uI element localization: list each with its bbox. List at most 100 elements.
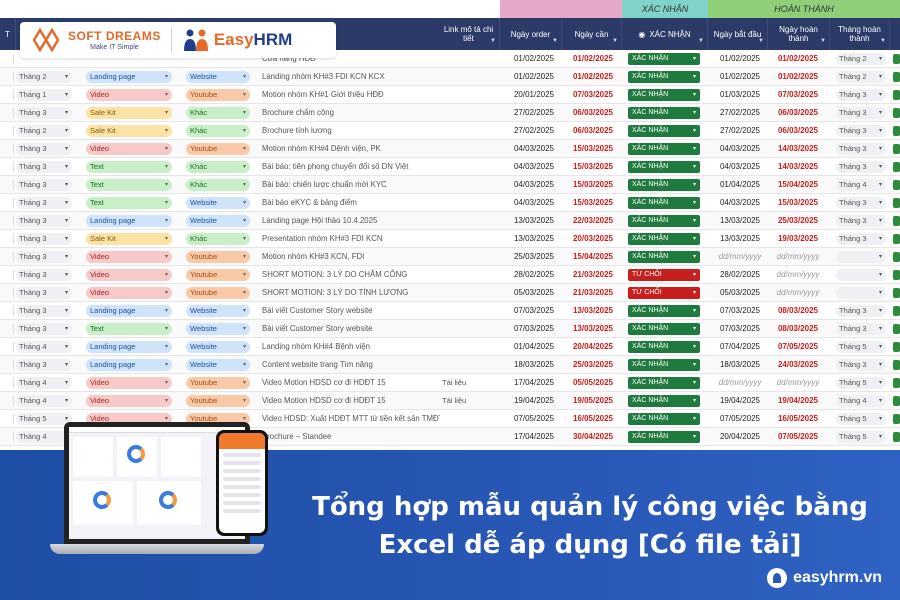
month-dropdown[interactable]: Tháng 4 [16,341,72,353]
content-type-dropdown[interactable]: Sale Kit [86,125,172,137]
order-date-cell[interactable]: 19/04/2025 [506,392,562,410]
order-date-cell[interactable]: 28/02/2025 [506,266,562,284]
order-date-cell[interactable]: 07/03/2025 [506,302,562,320]
content-type-dropdown[interactable]: Text [86,179,172,191]
header-due-date[interactable]: Ngày cần ▼ [562,18,622,50]
due-date-cell[interactable]: 13/03/2025 [565,320,621,338]
content-type-dropdown[interactable]: Text [86,323,172,335]
due-date-cell[interactable]: 30/04/2025 [565,428,621,446]
content-type-dropdown[interactable]: Video [86,89,172,101]
content-type-dropdown[interactable]: Landing page [86,305,172,317]
table-row[interactable]: Tháng 3 Video Youtube SHORT MOTION: 3 LÝ DO… [0,266,900,284]
table-row[interactable]: Tháng 4 Video Youtube Video Motion HDSD cơ … [0,374,900,392]
table-row[interactable]: Tháng 3 Text Khác Bài báo: tiên phong chuyể… [0,158,900,176]
month-dropdown[interactable]: Tháng 4 [16,377,72,389]
task-name-cell[interactable]: Motion nhóm KH#4 Dệnh viện, PK [262,140,440,158]
done-month-dropdown[interactable]: Tháng 3 [836,89,886,101]
content-type-dropdown[interactable]: Video [86,269,172,281]
task-name-cell[interactable]: Bài viết Customer Story website [262,302,440,320]
start-date-cell[interactable]: 28/02/2025 [712,266,768,284]
table-row[interactable]: Tháng 1 Video Youtube Motion nhóm KH#1 Giới… [0,86,900,104]
order-date-cell[interactable]: 04/03/2025 [506,158,562,176]
start-date-cell[interactable]: 04/03/2025 [712,194,768,212]
month-dropdown[interactable]: Tháng 3 [16,323,72,335]
row-select-cell[interactable] [0,54,14,64]
status-dropdown[interactable]: XÁC NHẬN [628,179,700,191]
order-date-cell[interactable]: 07/03/2025 [506,320,562,338]
start-date-cell[interactable]: 27/02/2025 [712,104,768,122]
row-select-cell[interactable] [0,198,14,208]
channel-dropdown[interactable]: Website [186,359,250,371]
task-name-cell[interactable]: SHORT MOTION: 3 LÝ DO TÍNH LƯƠNG [262,284,440,302]
due-date-cell[interactable]: 06/03/2025 [565,122,621,140]
channel-dropdown[interactable]: Website [186,215,250,227]
status-dropdown[interactable]: XÁC NHẬN [628,53,700,65]
site-link[interactable]: easyhrm.vn [767,568,882,588]
order-date-cell[interactable]: 01/02/2025 [506,68,562,86]
due-date-cell[interactable]: 15/03/2025 [565,140,621,158]
content-type-dropdown[interactable]: Video [86,143,172,155]
done-date-cell[interactable]: 06/03/2025 [770,122,826,140]
task-name-cell[interactable]: Bài báo eKYC & bảng điểm [262,194,440,212]
done-date-cell[interactable]: 07/05/2025 [770,428,826,446]
content-type-dropdown[interactable]: Landing page [86,215,172,227]
order-date-cell[interactable]: 13/03/2025 [506,230,562,248]
header-done-date[interactable]: Ngày hoàn thành ▼ [768,18,830,50]
header-col-a[interactable]: T [0,18,16,50]
done-date-cell[interactable]: 14/03/2025 [770,140,826,158]
start-date-cell[interactable]: dd/mm/yyyy [712,248,768,266]
done-date-cell[interactable]: 01/02/2025 [770,68,826,86]
row-select-cell[interactable] [0,126,14,136]
done-month-dropdown[interactable]: Tháng 5 [836,377,886,389]
status-dropdown[interactable]: XÁC NHẬN [628,161,700,173]
table-row[interactable]: Tháng 3 Landing page Website Bài viết Custo… [0,302,900,320]
done-month-dropdown[interactable]: Tháng 5 [836,413,886,425]
month-dropdown[interactable]: Tháng 3 [16,107,72,119]
done-date-cell[interactable]: 14/03/2025 [770,158,826,176]
channel-dropdown[interactable]: Khác [186,107,250,119]
table-row[interactable]: Tháng 2 Landing page Website Landing nhóm K… [0,68,900,86]
status-dropdown[interactable]: XÁC NHẬN [628,125,700,137]
content-type-dropdown[interactable]: Video [86,395,172,407]
order-date-cell[interactable]: 07/05/2025 [506,410,562,428]
channel-dropdown[interactable]: Youtube [186,89,250,101]
channel-dropdown[interactable]: Website [186,323,250,335]
start-date-cell[interactable]: 01/03/2025 [712,86,768,104]
table-row[interactable]: Tháng 3 Text Khác Bài báo: chiến lược chuẩn… [0,176,900,194]
done-date-cell[interactable]: 24/03/2025 [770,356,826,374]
channel-dropdown[interactable]: Khác [186,233,250,245]
header-done-month[interactable]: Tháng hoàn thành ▼ [830,18,890,50]
start-date-cell[interactable]: 07/04/2025 [712,338,768,356]
row-select-cell[interactable] [0,432,14,442]
status-dropdown[interactable]: XÁC NHẬN [628,431,700,443]
table-row[interactable]: Tháng 4 Landing page Website Landing nhóm K… [0,338,900,356]
channel-dropdown[interactable]: Website [186,197,250,209]
done-date-cell[interactable]: dd/mm/yyyy [770,284,826,302]
order-date-cell[interactable]: 04/03/2025 [506,140,562,158]
start-date-cell[interactable]: 01/02/2025 [712,68,768,86]
done-date-cell[interactable]: 19/03/2025 [770,230,826,248]
done-date-cell[interactable]: dd/mm/yyyy [770,266,826,284]
table-row[interactable]: Tháng 3 Video Youtube SHORT MOTION: 3 LÝ DO… [0,284,900,302]
row-select-cell[interactable] [0,306,14,316]
task-name-cell[interactable]: Brochure chấm công [262,104,440,122]
order-date-cell[interactable]: 27/02/2025 [506,122,562,140]
due-date-cell[interactable]: 25/03/2025 [565,356,621,374]
done-month-dropdown[interactable]: Tháng 4 [836,179,886,191]
due-date-cell[interactable]: 01/02/2025 [565,68,621,86]
channel-dropdown[interactable]: Youtube [186,269,250,281]
status-dropdown[interactable]: TỪ CHỐI [628,269,700,281]
done-date-cell[interactable]: 15/03/2025 [770,194,826,212]
month-dropdown[interactable]: Tháng 3 [16,305,72,317]
link-cell[interactable]: Tài liệu [442,374,498,392]
start-date-cell[interactable]: 04/03/2025 [712,140,768,158]
order-date-cell[interactable]: 01/02/2025 [506,50,562,68]
content-type-dropdown[interactable]: Sale Kit [86,107,172,119]
start-date-cell[interactable]: 04/03/2025 [712,158,768,176]
table-row[interactable]: Tháng 3 Sale Kit Khác Presentation nhóm KH#… [0,230,900,248]
order-date-cell[interactable]: 18/03/2025 [506,356,562,374]
done-date-cell[interactable]: 01/02/2025 [770,50,826,68]
start-date-cell[interactable]: 07/05/2025 [712,410,768,428]
status-dropdown[interactable]: XÁC NHẬN [628,215,700,227]
content-type-dropdown[interactable]: Landing page [86,359,172,371]
